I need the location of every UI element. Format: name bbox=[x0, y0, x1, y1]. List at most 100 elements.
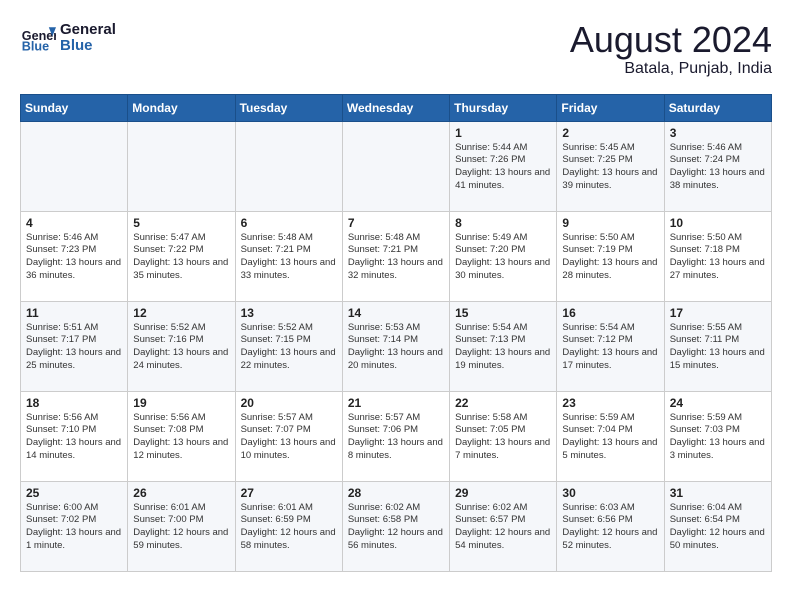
logo-blue: Blue bbox=[60, 38, 116, 55]
day-number: 3 bbox=[670, 126, 766, 140]
day-number: 27 bbox=[241, 486, 337, 500]
calendar-cell bbox=[21, 121, 128, 211]
header-thursday: Thursday bbox=[450, 94, 557, 121]
day-number: 23 bbox=[562, 396, 658, 410]
calendar-cell: 13 Sunrise: 5:52 AM Sunset: 7:15 PM Dayli… bbox=[235, 301, 342, 391]
day-content: Sunrise: 5:54 AM Sunset: 7:13 PM Dayligh… bbox=[455, 322, 551, 373]
day-content: Sunrise: 5:46 AM Sunset: 7:23 PM Dayligh… bbox=[26, 232, 122, 283]
calendar-cell bbox=[342, 121, 449, 211]
logo-general: General bbox=[60, 22, 116, 39]
day-number: 13 bbox=[241, 306, 337, 320]
day-number: 9 bbox=[562, 216, 658, 230]
day-number: 5 bbox=[133, 216, 229, 230]
calendar-cell bbox=[128, 121, 235, 211]
page-header: General Blue General Blue August 2024 Ba… bbox=[20, 20, 772, 78]
header-friday: Friday bbox=[557, 94, 664, 121]
day-content: Sunrise: 6:04 AM Sunset: 6:54 PM Dayligh… bbox=[670, 502, 766, 553]
header-saturday: Saturday bbox=[664, 94, 771, 121]
day-number: 24 bbox=[670, 396, 766, 410]
day-content: Sunrise: 5:57 AM Sunset: 7:06 PM Dayligh… bbox=[348, 412, 444, 463]
calendar-cell bbox=[235, 121, 342, 211]
day-number: 1 bbox=[455, 126, 551, 140]
day-content: Sunrise: 5:50 AM Sunset: 7:19 PM Dayligh… bbox=[562, 232, 658, 283]
calendar-cell: 8 Sunrise: 5:49 AM Sunset: 7:20 PM Daylig… bbox=[450, 211, 557, 301]
day-number: 6 bbox=[241, 216, 337, 230]
day-content: Sunrise: 6:01 AM Sunset: 6:59 PM Dayligh… bbox=[241, 502, 337, 553]
calendar-cell: 27 Sunrise: 6:01 AM Sunset: 6:59 PM Dayli… bbox=[235, 481, 342, 571]
calendar-cell: 16 Sunrise: 5:54 AM Sunset: 7:12 PM Dayli… bbox=[557, 301, 664, 391]
day-number: 16 bbox=[562, 306, 658, 320]
calendar-cell: 17 Sunrise: 5:55 AM Sunset: 7:11 PM Dayli… bbox=[664, 301, 771, 391]
calendar-cell: 22 Sunrise: 5:58 AM Sunset: 7:05 PM Dayli… bbox=[450, 391, 557, 481]
calendar-cell: 10Sunrise: 5:50 AM Sunset: 7:18 PM Dayli… bbox=[664, 211, 771, 301]
day-content: Sunrise: 5:52 AM Sunset: 7:15 PM Dayligh… bbox=[241, 322, 337, 373]
day-content: Sunrise: 6:02 AM Sunset: 6:58 PM Dayligh… bbox=[348, 502, 444, 553]
day-content: Sunrise: 5:48 AM Sunset: 7:21 PM Dayligh… bbox=[348, 232, 444, 283]
day-number: 8 bbox=[455, 216, 551, 230]
calendar-cell: 21Sunrise: 5:57 AM Sunset: 7:06 PM Dayli… bbox=[342, 391, 449, 481]
calendar-cell: 26 Sunrise: 6:01 AM Sunset: 7:00 PM Dayli… bbox=[128, 481, 235, 571]
day-content: Sunrise: 6:02 AM Sunset: 6:57 PM Dayligh… bbox=[455, 502, 551, 553]
svg-text:Blue: Blue bbox=[22, 40, 49, 54]
calendar-cell: 24Sunrise: 5:59 AM Sunset: 7:03 PM Dayli… bbox=[664, 391, 771, 481]
calendar-cell: 30 Sunrise: 6:03 AM Sunset: 6:56 PM Dayli… bbox=[557, 481, 664, 571]
day-content: Sunrise: 5:56 AM Sunset: 7:10 PM Dayligh… bbox=[26, 412, 122, 463]
day-content: Sunrise: 5:45 AM Sunset: 7:25 PM Dayligh… bbox=[562, 142, 658, 193]
day-number: 22 bbox=[455, 396, 551, 410]
day-content: Sunrise: 5:46 AM Sunset: 7:24 PM Dayligh… bbox=[670, 142, 766, 193]
day-number: 17 bbox=[670, 306, 766, 320]
calendar-cell: 14 Sunrise: 5:53 AM Sunset: 7:14 PM Dayli… bbox=[342, 301, 449, 391]
day-number: 19 bbox=[133, 396, 229, 410]
header-row: SundayMondayTuesdayWednesdayThursdayFrid… bbox=[21, 94, 772, 121]
day-content: Sunrise: 5:49 AM Sunset: 7:20 PM Dayligh… bbox=[455, 232, 551, 283]
calendar-cell: 19 Sunrise: 5:56 AM Sunset: 7:08 PM Dayli… bbox=[128, 391, 235, 481]
calendar-cell: 1 Sunrise: 5:44 AM Sunset: 7:26 PM Daylig… bbox=[450, 121, 557, 211]
calendar-cell: 7 Sunrise: 5:48 AM Sunset: 7:21 PM Daylig… bbox=[342, 211, 449, 301]
month-year-title: August 2024 bbox=[570, 20, 772, 60]
header-tuesday: Tuesday bbox=[235, 94, 342, 121]
day-content: Sunrise: 5:53 AM Sunset: 7:14 PM Dayligh… bbox=[348, 322, 444, 373]
calendar-table: SundayMondayTuesdayWednesdayThursdayFrid… bbox=[20, 94, 772, 572]
day-number: 26 bbox=[133, 486, 229, 500]
day-content: Sunrise: 5:58 AM Sunset: 7:05 PM Dayligh… bbox=[455, 412, 551, 463]
location-title: Batala, Punjab, India bbox=[570, 60, 772, 78]
day-number: 30 bbox=[562, 486, 658, 500]
logo-icon: General Blue bbox=[20, 20, 56, 56]
day-number: 4 bbox=[26, 216, 122, 230]
day-content: Sunrise: 6:03 AM Sunset: 6:56 PM Dayligh… bbox=[562, 502, 658, 553]
day-content: Sunrise: 6:01 AM Sunset: 7:00 PM Dayligh… bbox=[133, 502, 229, 553]
day-number: 25 bbox=[26, 486, 122, 500]
header-monday: Monday bbox=[128, 94, 235, 121]
logo: General Blue General Blue bbox=[20, 20, 116, 56]
day-content: Sunrise: 5:48 AM Sunset: 7:21 PM Dayligh… bbox=[241, 232, 337, 283]
day-number: 31 bbox=[670, 486, 766, 500]
header-sunday: Sunday bbox=[21, 94, 128, 121]
calendar-cell: 9 Sunrise: 5:50 AM Sunset: 7:19 PM Daylig… bbox=[557, 211, 664, 301]
calendar-cell: 4 Sunrise: 5:46 AM Sunset: 7:23 PM Daylig… bbox=[21, 211, 128, 301]
header-wednesday: Wednesday bbox=[342, 94, 449, 121]
day-number: 28 bbox=[348, 486, 444, 500]
day-number: 2 bbox=[562, 126, 658, 140]
calendar-week-1: 1 Sunrise: 5:44 AM Sunset: 7:26 PM Daylig… bbox=[21, 121, 772, 211]
day-number: 7 bbox=[348, 216, 444, 230]
day-content: Sunrise: 5:44 AM Sunset: 7:26 PM Dayligh… bbox=[455, 142, 551, 193]
calendar-week-2: 4 Sunrise: 5:46 AM Sunset: 7:23 PM Daylig… bbox=[21, 211, 772, 301]
calendar-week-5: 25Sunrise: 6:00 AM Sunset: 7:02 PM Dayli… bbox=[21, 481, 772, 571]
day-number: 15 bbox=[455, 306, 551, 320]
day-content: Sunrise: 5:57 AM Sunset: 7:07 PM Dayligh… bbox=[241, 412, 337, 463]
day-number: 11 bbox=[26, 306, 122, 320]
calendar-week-4: 18 Sunrise: 5:56 AM Sunset: 7:10 PM Dayli… bbox=[21, 391, 772, 481]
calendar-cell: 23Sunrise: 5:59 AM Sunset: 7:04 PM Dayli… bbox=[557, 391, 664, 481]
day-content: Sunrise: 5:52 AM Sunset: 7:16 PM Dayligh… bbox=[133, 322, 229, 373]
calendar-cell: 5 Sunrise: 5:47 AM Sunset: 7:22 PM Daylig… bbox=[128, 211, 235, 301]
day-content: Sunrise: 5:47 AM Sunset: 7:22 PM Dayligh… bbox=[133, 232, 229, 283]
day-number: 18 bbox=[26, 396, 122, 410]
day-content: Sunrise: 5:54 AM Sunset: 7:12 PM Dayligh… bbox=[562, 322, 658, 373]
calendar-cell: 3 Sunrise: 5:46 AM Sunset: 7:24 PM Daylig… bbox=[664, 121, 771, 211]
day-content: Sunrise: 5:55 AM Sunset: 7:11 PM Dayligh… bbox=[670, 322, 766, 373]
day-content: Sunrise: 5:56 AM Sunset: 7:08 PM Dayligh… bbox=[133, 412, 229, 463]
day-number: 14 bbox=[348, 306, 444, 320]
calendar-week-3: 11Sunrise: 5:51 AM Sunset: 7:17 PM Dayli… bbox=[21, 301, 772, 391]
calendar-cell: 31 Sunrise: 6:04 AM Sunset: 6:54 PM Dayli… bbox=[664, 481, 771, 571]
day-number: 10 bbox=[670, 216, 766, 230]
